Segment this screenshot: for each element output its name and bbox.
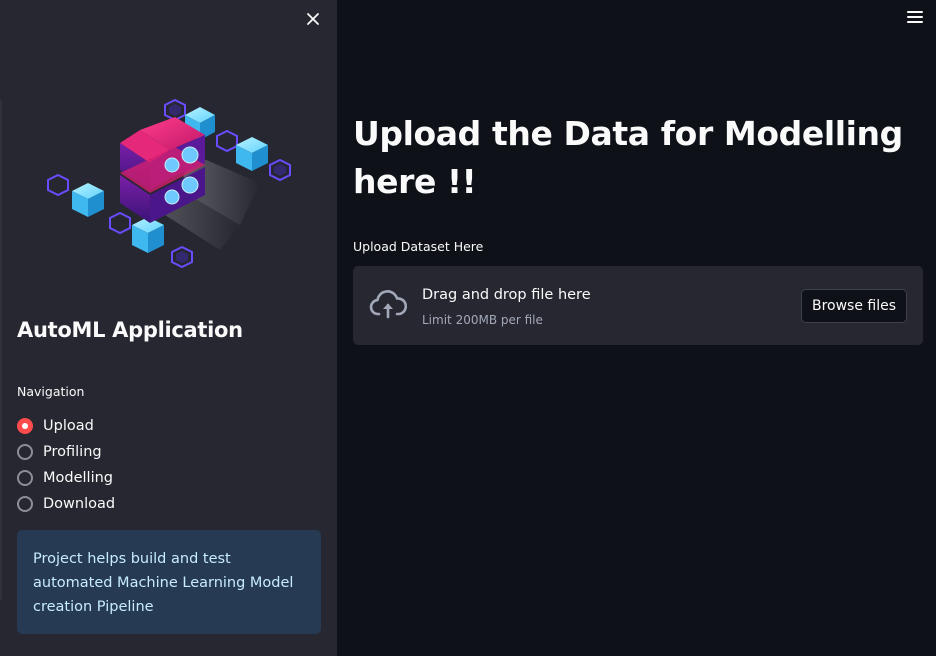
- nav-radio-label: Download: [43, 496, 116, 512]
- radio-unchecked-icon[interactable]: [17, 444, 33, 460]
- server-illustration-image: [47, 98, 291, 269]
- sidebar-edge: [0, 100, 2, 600]
- radio-unchecked-icon[interactable]: [17, 470, 33, 486]
- page-title: Upload the Data for Modelling here !!: [353, 114, 903, 201]
- close-icon[interactable]: [303, 9, 323, 29]
- hamburger-menu-icon[interactable]: [907, 11, 923, 23]
- info-alert-box: Project helps build and test automated M…: [17, 530, 321, 634]
- nav-radio-label: Modelling: [43, 470, 113, 486]
- nav-radio-upload[interactable]: Upload: [17, 413, 217, 439]
- browse-files-button[interactable]: Browse files: [801, 289, 907, 323]
- navigation-label: Navigation: [17, 384, 85, 399]
- app-title: AutoML Application: [17, 318, 243, 342]
- nav-radio-label: Upload: [43, 418, 94, 434]
- cloud-upload-icon: [369, 290, 407, 319]
- nav-radio-download[interactable]: Download: [17, 491, 217, 517]
- app-root: AutoML Application Navigation Upload Pro…: [0, 0, 936, 656]
- navigation-radio-group: Upload Profiling Modelling Download: [17, 413, 217, 517]
- sidebar: AutoML Application Navigation Upload Pro…: [0, 0, 337, 656]
- file-dropzone[interactable]: Drag and drop file here Limit 200MB per …: [353, 266, 923, 345]
- dropzone-instructions: Drag and drop file here: [422, 287, 591, 303]
- radio-unchecked-icon[interactable]: [17, 496, 33, 512]
- radio-checked-icon[interactable]: [17, 418, 33, 434]
- nav-radio-modelling[interactable]: Modelling: [17, 465, 217, 491]
- dropzone-limit-text: Limit 200MB per file: [422, 313, 543, 327]
- nav-radio-profiling[interactable]: Profiling: [17, 439, 217, 465]
- nav-radio-label: Profiling: [43, 444, 102, 460]
- file-uploader-label: Upload Dataset Here: [353, 239, 484, 254]
